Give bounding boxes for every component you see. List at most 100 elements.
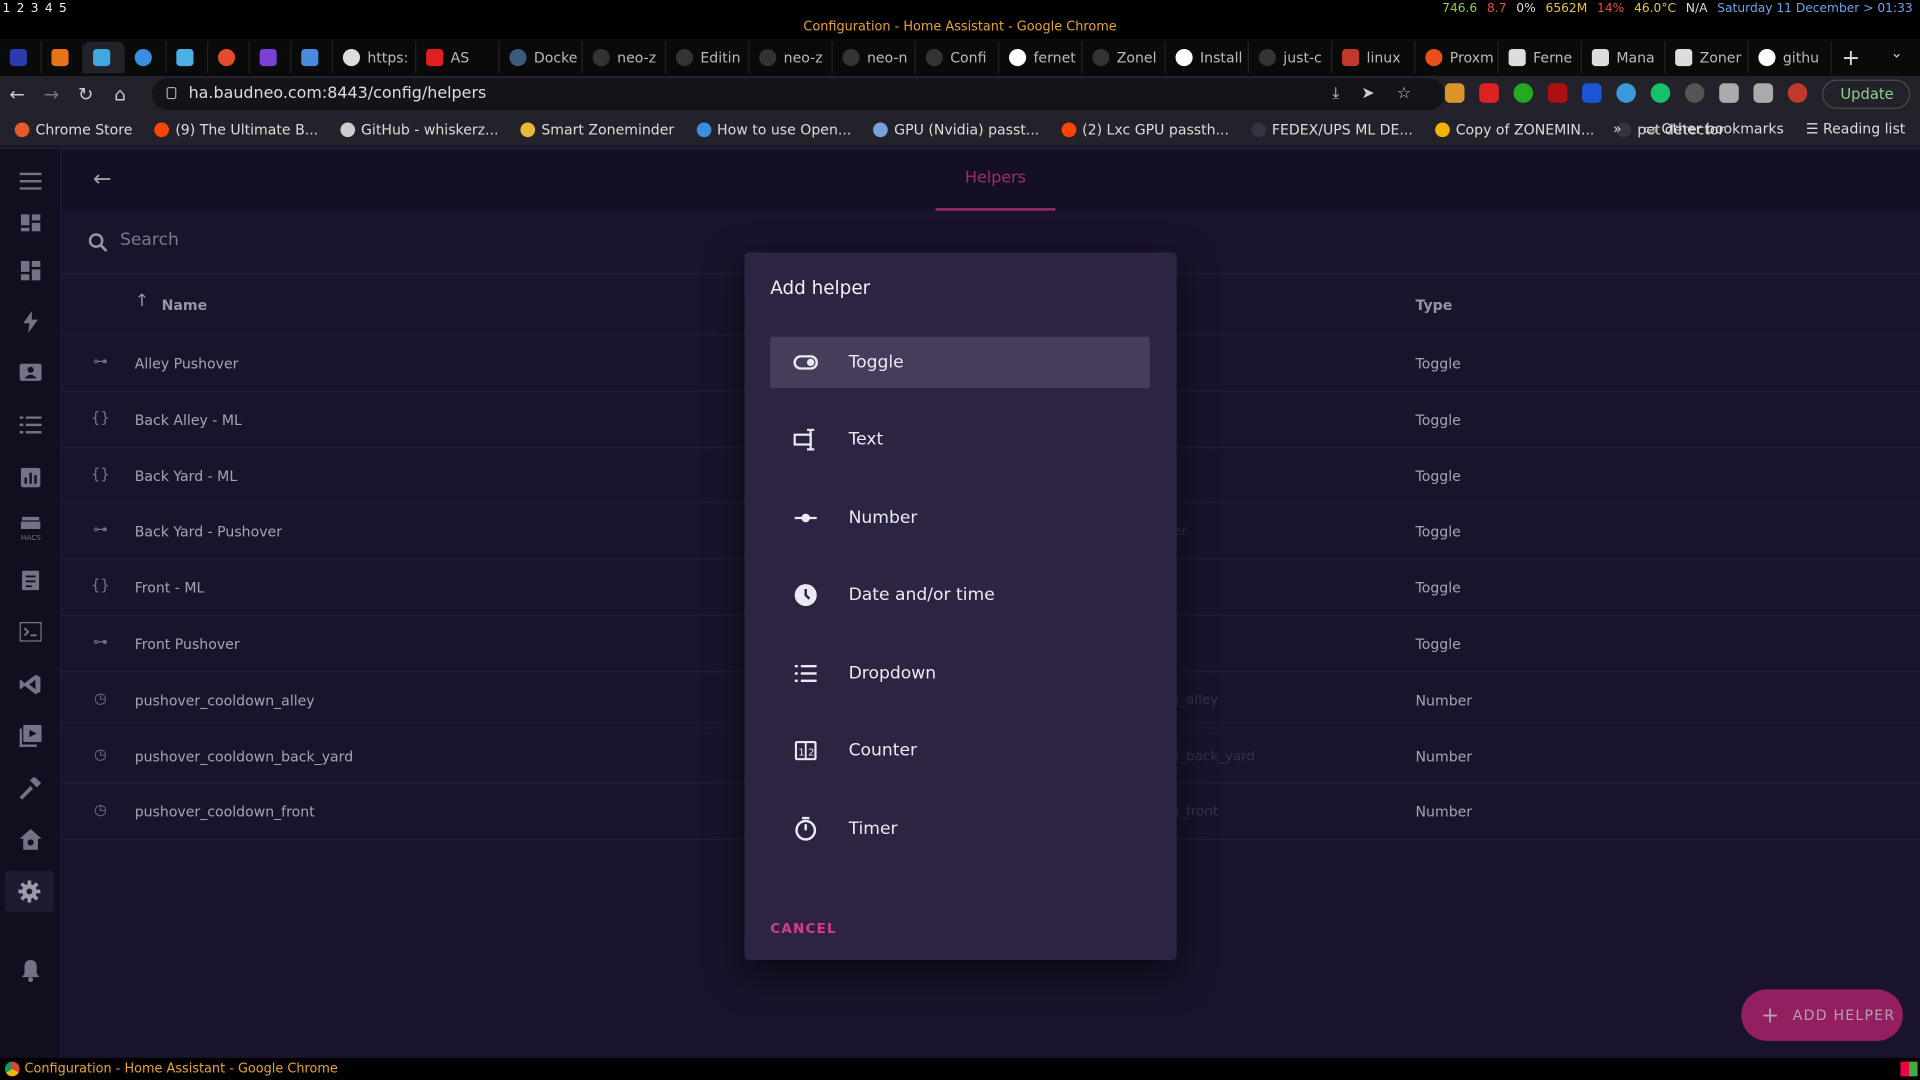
browser-tab[interactable] <box>0 41 42 74</box>
favicon <box>873 121 889 137</box>
install-icon[interactable]: ⤓ <box>1332 76 1339 113</box>
browser-tab[interactable]: githu <box>1749 41 1832 74</box>
slider-icon <box>770 512 848 524</box>
favicon <box>1434 121 1450 137</box>
puzzle-icon[interactable] <box>1719 83 1739 103</box>
forward-icon[interactable]: → <box>34 83 68 105</box>
helper-option-dropdown[interactable]: Dropdown <box>770 648 1150 699</box>
clock-icon <box>770 583 848 607</box>
github-icon <box>340 121 355 137</box>
reload-icon[interactable]: ↻ <box>69 83 103 105</box>
timer-icon <box>770 816 848 841</box>
helper-option-text[interactable]: Text <box>770 414 1150 465</box>
omnibox-actions: ⤓ ➤ ☆ <box>1332 76 1411 113</box>
send-icon[interactable]: ➤ <box>1361 76 1374 113</box>
github-icon <box>842 48 860 67</box>
bookmark[interactable]: How to use Open... <box>696 121 851 138</box>
medium-icon <box>1175 48 1193 67</box>
other-bookmarks[interactable]: ▭ Other bookmarks <box>1644 120 1784 137</box>
browser-tab[interactable] <box>291 41 334 74</box>
bookmark[interactable]: (2) Lxc GPU passth... <box>1061 121 1229 138</box>
favicon <box>1342 48 1360 67</box>
bookmark[interactable]: Chrome Store <box>14 121 132 138</box>
helper-option-toggle[interactable]: Toggle <box>770 336 1150 389</box>
google-icon <box>1008 48 1027 67</box>
extension-icon[interactable] <box>1479 83 1499 103</box>
bookmarks-right: » ▭ Other bookmarks ☰ Reading list <box>1613 120 1905 137</box>
media-icon[interactable] <box>1753 83 1774 103</box>
grammarly-icon[interactable] <box>1650 83 1671 103</box>
tray-icon[interactable] <box>1900 1061 1918 1077</box>
favicon <box>1425 48 1443 67</box>
browser-tab[interactable] <box>42 41 84 74</box>
ublock-icon[interactable] <box>1547 83 1568 103</box>
github-icon <box>675 48 694 67</box>
helper-option-number[interactable]: Number <box>770 492 1150 543</box>
bookmark[interactable]: Smart Zoneminder <box>520 121 674 138</box>
bookmark[interactable]: GPU (Nvidia) passt... <box>873 121 1039 138</box>
cancel-button[interactable]: CANCEL <box>770 921 837 937</box>
github-icon <box>925 48 943 67</box>
favicon <box>9 48 27 67</box>
favicon <box>1251 121 1266 137</box>
browser-tab[interactable]: neo-z <box>749 41 833 74</box>
browser-tab[interactable] <box>167 41 209 74</box>
new-tab-icon[interactable]: + <box>1842 45 1860 71</box>
extension-icon[interactable] <box>1444 83 1465 103</box>
favicon <box>134 48 152 67</box>
taskbar-window-title[interactable]: Configuration - Home Assistant - Google … <box>24 1062 337 1077</box>
browser-tab[interactable]: neo-n <box>833 41 916 74</box>
system-stats: 746.6 8.7 0% 6562M 14% 46.0°C N/A Saturd… <box>1442 2 1913 15</box>
browser-tab[interactable]: linux <box>1332 41 1416 74</box>
bookmark[interactable]: (9) The Ultimate B... <box>154 121 318 138</box>
browser-tab[interactable]: Docke <box>500 41 583 74</box>
helper-option-counter[interactable]: 12 Counter <box>770 725 1150 776</box>
svg-text:1: 1 <box>798 748 804 759</box>
browser-tab[interactable]: Ferne <box>1499 41 1583 74</box>
browser-tab[interactable]: just-c <box>1249 41 1333 74</box>
address-bar[interactable]: ha.baudneo.com:8443/config/helpers <box>151 78 1445 111</box>
favicon <box>696 121 711 137</box>
system-bar: 1 2 3 4 5 Configuration - Home Assistant… <box>0 0 1920 40</box>
browser-tab[interactable]: https: <box>333 41 417 74</box>
helper-option-date-time[interactable]: Date and/or time <box>770 569 1150 620</box>
back-icon[interactable]: ← <box>0 83 34 105</box>
browser-tab[interactable]: Mana <box>1582 41 1666 74</box>
browser-tab[interactable]: AS <box>416 41 500 74</box>
browser-tab[interactable] <box>125 41 167 74</box>
bookmark[interactable]: GitHub - whiskerz... <box>340 121 498 138</box>
browser-tab[interactable]: Install <box>1166 41 1249 74</box>
favicon <box>520 121 536 137</box>
workspace-switcher[interactable]: 1 2 3 4 5 <box>2 2 68 15</box>
helper-option-timer[interactable]: Timer <box>770 803 1150 854</box>
home-icon[interactable]: ⌂ <box>103 83 137 105</box>
browser-tab[interactable]: Proxm <box>1416 41 1499 74</box>
browser-tab[interactable]: Editin <box>666 41 750 74</box>
reading-list[interactable]: ☰ Reading list <box>1806 120 1905 137</box>
extension-icon[interactable] <box>1513 83 1534 103</box>
extension-icon[interactable] <box>1616 83 1636 103</box>
extension-icon[interactable] <box>1582 83 1602 103</box>
bookmarks-overflow[interactable]: » <box>1613 120 1622 137</box>
tab-search-icon[interactable]: ⌄ <box>1891 44 1903 61</box>
browser-tab[interactable]: fernet <box>999 41 1083 74</box>
url-text[interactable]: ha.baudneo.com:8443/config/helpers <box>189 84 487 102</box>
browser-tab[interactable]: Zonel <box>1082 41 1166 74</box>
browser-tab[interactable]: Zoner <box>1665 41 1749 74</box>
browser-tab[interactable] <box>250 41 292 74</box>
lock-icon[interactable] <box>166 86 177 100</box>
bookmark[interactable]: FEDEX/UPS ML DE... <box>1251 121 1413 138</box>
favicon <box>14 121 30 137</box>
list-icon <box>770 664 848 683</box>
bookmark[interactable]: Copy of ZONEMIN... <box>1434 121 1594 138</box>
github-icon <box>592 48 610 67</box>
browser-tab[interactable] <box>208 41 250 74</box>
bookmark-star-icon[interactable]: ☆ <box>1397 76 1411 113</box>
browser-tab-active[interactable] <box>83 41 125 74</box>
extension-icon[interactable] <box>1684 83 1705 103</box>
browser-tab[interactable]: Confi <box>916 41 1000 74</box>
avatar[interactable] <box>1787 83 1808 103</box>
github-icon <box>1258 48 1276 67</box>
browser-tab[interactable]: neo-z <box>583 41 667 74</box>
update-button[interactable]: Update <box>1822 79 1911 109</box>
